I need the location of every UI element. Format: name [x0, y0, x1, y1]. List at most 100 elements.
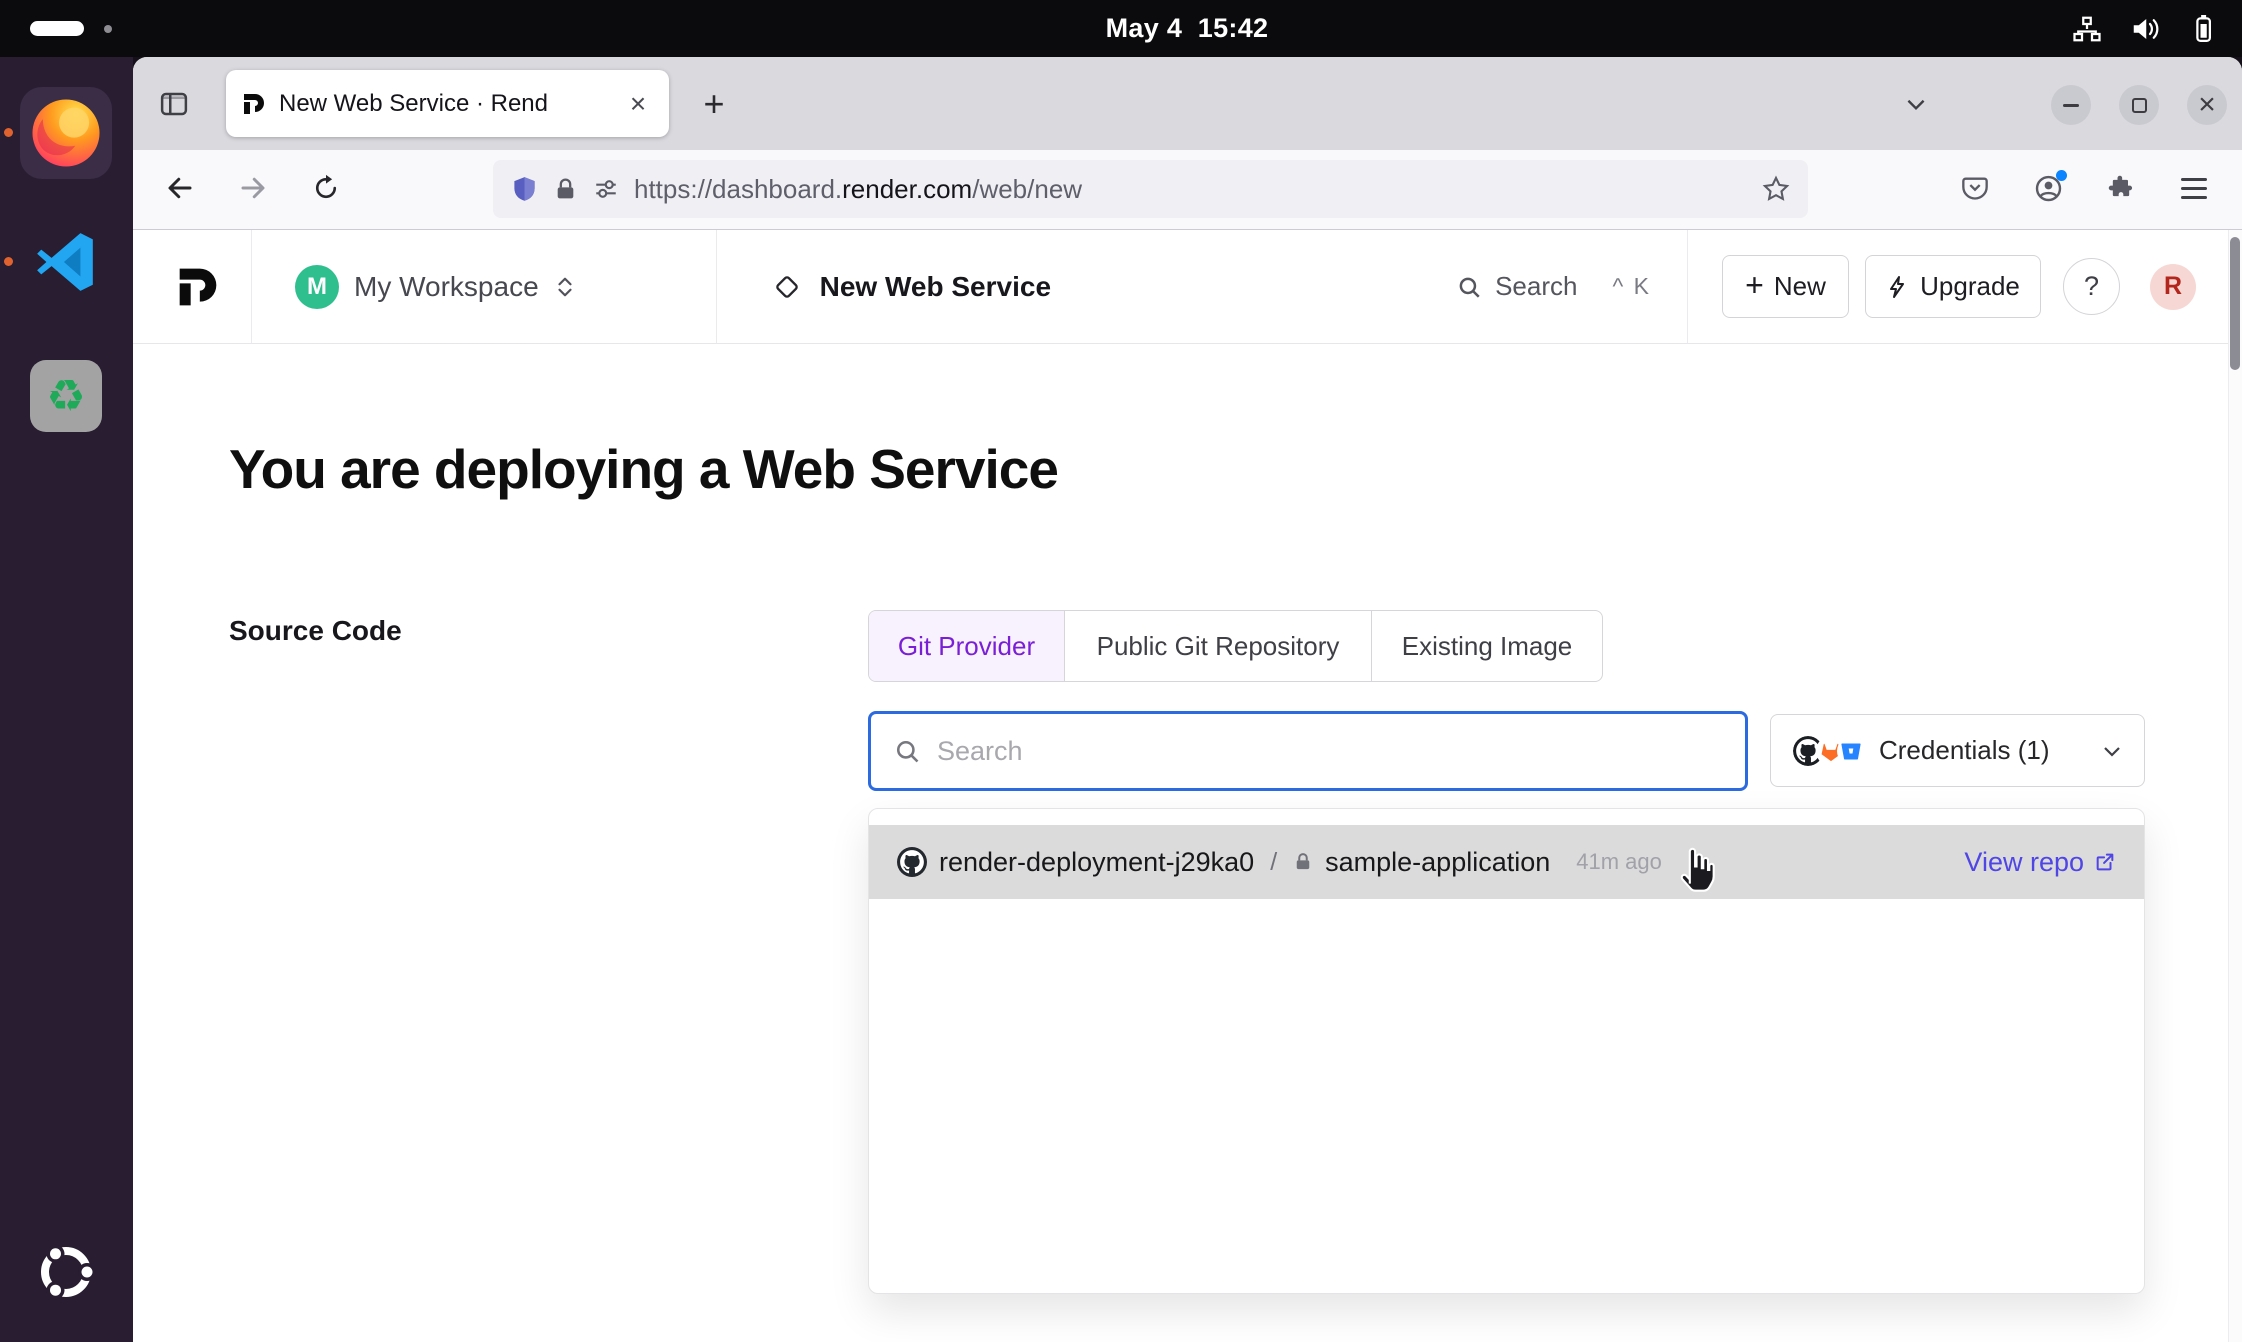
web-service-diamond-icon — [774, 274, 800, 300]
repo-separator: / — [1270, 848, 1277, 877]
ubuntu-show-apps-icon[interactable] — [34, 1240, 98, 1304]
page-heading: You are deploying a Web Service — [229, 437, 1058, 501]
vscode-dock-icon[interactable] — [33, 229, 99, 295]
activities-pill[interactable] — [30, 21, 84, 36]
firefox-running-dot — [4, 128, 13, 137]
system-clock[interactable]: May 4 15:42 — [1057, 0, 1317, 57]
user-avatar[interactable]: R — [2150, 264, 2196, 310]
volume-icon[interactable] — [2130, 14, 2160, 44]
workspace-name: My Workspace — [354, 271, 539, 303]
private-lock-icon — [1293, 852, 1313, 872]
bookmark-star-icon[interactable] — [1762, 175, 1790, 203]
workspace-selector[interactable]: M My Workspace — [252, 265, 716, 309]
pocket-icon — [1961, 174, 1989, 202]
page-scrollbar-track — [2228, 230, 2242, 1342]
back-icon — [165, 173, 195, 203]
repo-owner: render-deployment-j29ka0 — [939, 847, 1254, 878]
extensions-button[interactable] — [2097, 164, 2145, 212]
url-text: https://dashboard.render.com/web/new — [634, 174, 1082, 205]
firefox-window: New Web Service · Rend × + × — [133, 57, 2242, 1342]
render-page-content: You are deploying a Web Service Source C… — [133, 344, 2242, 1342]
network-icon[interactable] — [2072, 14, 2102, 44]
tab-close-icon[interactable]: × — [623, 89, 653, 119]
tracking-protection-shield-icon[interactable] — [511, 176, 538, 203]
chevron-down-icon — [1903, 91, 1929, 117]
new-tab-button[interactable]: + — [689, 79, 739, 129]
repo-updated-time: 41m ago — [1576, 849, 1662, 875]
hamburger-icon — [2181, 178, 2207, 181]
window-minimize-button[interactable] — [2051, 85, 2091, 125]
back-button[interactable] — [156, 164, 204, 212]
header-divider — [1687, 230, 1688, 343]
pocket-button[interactable] — [1951, 164, 1999, 212]
forward-icon — [238, 173, 268, 203]
page-title: New Web Service — [820, 271, 1051, 303]
firefox-dock-icon[interactable] — [20, 87, 112, 179]
system-tray[interactable] — [2072, 0, 2218, 57]
tab-existing-image[interactable]: Existing Image — [1372, 611, 1602, 681]
new-button[interactable]: + New — [1722, 255, 1849, 318]
toolbar-right-icons — [1951, 164, 2218, 212]
workspace-indicator-dot — [104, 25, 112, 33]
firefox-logo-icon — [29, 96, 103, 170]
search-icon — [1456, 274, 1482, 300]
repo-search-input[interactable] — [937, 736, 1723, 767]
recycle-icon: ♻ — [46, 371, 85, 422]
source-type-tabs: Git Provider Public Git Repository Exist… — [868, 610, 1603, 682]
search-shortcut: ^ K — [1612, 273, 1651, 300]
repo-row[interactable]: render-deployment-j29ka0 / sample-applic… — [869, 825, 2144, 899]
ubuntu-logo-icon — [34, 1240, 98, 1304]
github-icon — [897, 847, 927, 877]
battery-icon[interactable] — [2188, 14, 2218, 44]
system-top-bar: May 4 15:42 — [0, 0, 2242, 57]
url-bar[interactable]: https://dashboard.render.com/web/new — [493, 160, 1808, 218]
menu-button[interactable] — [2170, 164, 2218, 212]
tab-git-provider[interactable]: Git Provider — [869, 611, 1065, 681]
tab-title: New Web Service · Rend — [279, 90, 610, 118]
external-link-icon — [2094, 851, 2116, 873]
source-code-label: Source Code — [229, 615, 402, 647]
chevron-down-icon — [2100, 739, 2124, 763]
plus-icon: + — [1745, 267, 1764, 304]
firefox-view-button[interactable] — [149, 79, 199, 129]
browser-toolbar: https://dashboard.render.com/web/new — [133, 150, 2242, 230]
reload-icon — [312, 174, 340, 202]
credentials-label: Credentials (1) — [1879, 735, 2100, 766]
trash-dock-icon[interactable]: ♻ — [30, 360, 102, 432]
browser-tab[interactable]: New Web Service · Rend × — [226, 70, 669, 137]
permissions-icon[interactable] — [593, 176, 619, 202]
repo-search-box[interactable] — [868, 711, 1748, 791]
lock-icon[interactable] — [553, 177, 578, 202]
vscode-logo-icon — [33, 229, 99, 295]
render-logo[interactable] — [176, 265, 220, 309]
view-repo-link[interactable]: View repo — [1964, 847, 2116, 878]
bolt-icon — [1886, 275, 1910, 299]
bitbucket-icon — [1837, 737, 1865, 765]
account-button[interactable] — [2024, 164, 2072, 212]
maximize-icon — [2132, 98, 2147, 113]
credentials-dropdown[interactable]: Credentials (1) — [1770, 714, 2145, 787]
header-search-label: Search — [1495, 271, 1577, 302]
list-tabs-button[interactable] — [1891, 79, 1941, 129]
chevron-up-down-icon — [554, 273, 576, 301]
firefox-view-icon — [159, 89, 189, 119]
credential-provider-icons — [1791, 734, 1865, 768]
close-icon: × — [2198, 88, 2216, 122]
header-search-button[interactable]: Search ^ K — [1456, 271, 1651, 302]
render-favicon — [242, 92, 266, 116]
help-button[interactable]: ? — [2063, 258, 2120, 315]
window-close-button[interactable]: × — [2187, 85, 2227, 125]
repo-results-panel: render-deployment-j29ka0 / sample-applic… — [868, 808, 2145, 1294]
question-mark: ? — [2084, 271, 2099, 302]
upgrade-button[interactable]: Upgrade — [1865, 255, 2041, 318]
vscode-running-dot — [4, 257, 13, 266]
page-scrollbar-thumb[interactable] — [2230, 237, 2240, 370]
reload-button[interactable] — [302, 164, 350, 212]
forward-button[interactable] — [229, 164, 277, 212]
repo-name: sample-application — [1325, 847, 1550, 878]
tab-public-git-repository[interactable]: Public Git Repository — [1065, 611, 1372, 681]
window-maximize-button[interactable] — [2119, 85, 2159, 125]
tab-strip: New Web Service · Rend × + × — [133, 57, 2242, 150]
page-title-group: New Web Service — [717, 271, 1051, 303]
ubuntu-dock: ♻ — [0, 57, 133, 1342]
